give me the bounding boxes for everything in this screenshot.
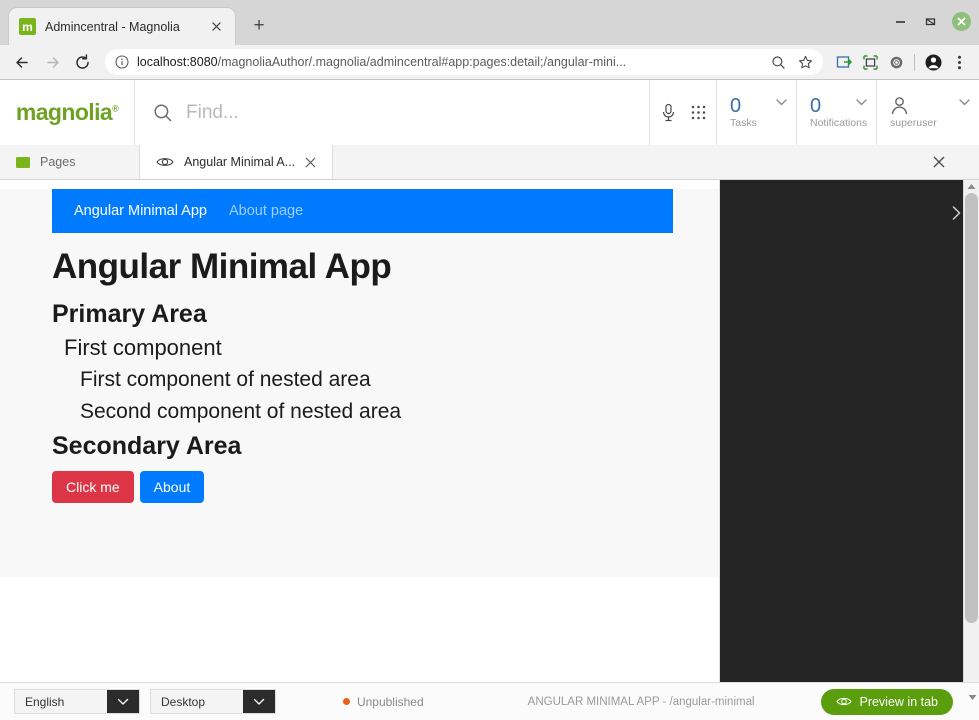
scrollbar-thumb[interactable] <box>965 193 978 623</box>
toolbar-divider <box>914 53 915 71</box>
angular-app-page: Angular Minimal App About page Angular M… <box>0 189 719 577</box>
page-preview-frame: Angular Minimal App About page Angular M… <box>0 180 719 682</box>
star-icon[interactable] <box>798 55 813 70</box>
preview-button-label: Preview in tab <box>859 694 938 709</box>
eye-icon <box>156 156 174 168</box>
user-name: superuser <box>890 117 937 129</box>
browser-titlebar: m Admincentral - Magnolia + <box>0 0 979 45</box>
app-tab-label: Pages <box>40 155 76 169</box>
zoom-out-icon[interactable] <box>771 55 786 70</box>
magnolia-favicon: m <box>19 18 36 35</box>
statusbar-center: Unpublished ANGULAR MINIMAL APP - /angul… <box>286 695 811 709</box>
navbar-link-about[interactable]: About page <box>229 203 303 219</box>
page-preview-column: Angular Minimal App About page Angular M… <box>0 180 720 682</box>
browser-tab[interactable]: m Admincentral - Magnolia <box>8 7 236 45</box>
app-tab-angular-minimal[interactable]: Angular Minimal A... <box>140 145 334 179</box>
back-icon[interactable] <box>9 49 35 75</box>
url-host: localhost:8080 <box>137 55 218 69</box>
status-dot-icon <box>342 698 350 705</box>
secondary-area-title: Secondary Area <box>52 432 242 460</box>
search-icon <box>153 103 173 123</box>
app-tab-pages[interactable]: Pages <box>0 145 140 179</box>
forward-icon[interactable] <box>39 49 65 75</box>
close-all-tabs-icon[interactable] <box>933 156 945 168</box>
primary-area-title: Primary Area <box>52 300 207 328</box>
reload-icon[interactable] <box>69 49 95 75</box>
url-path: /magnoliaAuthor/.magnolia/admincentral#a… <box>217 55 627 69</box>
info-circle-icon[interactable] <box>115 55 129 69</box>
app-tab-label: Angular Minimal A... <box>184 155 296 169</box>
close-icon[interactable] <box>305 157 316 168</box>
page-scrollbar[interactable] <box>963 180 979 682</box>
minimize-icon[interactable] <box>892 14 908 30</box>
angular-navbar: Angular Minimal App About page <box>52 189 673 233</box>
chevron-right-icon[interactable] <box>952 206 961 220</box>
kebab-menu-icon[interactable] <box>948 51 970 73</box>
pages-green-icon <box>16 156 30 168</box>
user-widget[interactable]: superuser <box>876 80 979 145</box>
angular-page-body: Angular Minimal App Primary Area First c… <box>0 233 719 503</box>
magnolia-header: magnolia® Find... 0 Tasks 0 Notification… <box>0 80 979 146</box>
share-extension-icon[interactable] <box>833 51 855 73</box>
scroll-down-icon[interactable] <box>968 694 977 701</box>
navbar-brand[interactable]: Angular Minimal App <box>74 203 207 219</box>
scroll-up-icon[interactable] <box>967 180 976 193</box>
chevron-down-icon[interactable] <box>959 99 970 106</box>
maximize-icon[interactable] <box>922 14 938 30</box>
apps-grid-icon[interactable] <box>690 104 707 121</box>
chevron-down-icon[interactable] <box>107 690 139 713</box>
close-window-icon[interactable] <box>952 12 971 31</box>
device-value: Desktop <box>161 694 206 709</box>
page-editor-statusbar: English Desktop Unpublished ANGULAR MINI… <box>0 682 979 720</box>
screenshot-extension-icon[interactable] <box>859 51 881 73</box>
page-editor-workspace: Angular Minimal App About page Angular M… <box>0 180 979 682</box>
primary-area-component[interactable]: First component <box>64 335 667 361</box>
microphone-icon[interactable] <box>660 103 677 122</box>
search-input[interactable]: Find... <box>186 102 239 124</box>
click-me-button[interactable]: Click me <box>52 471 134 503</box>
magnolia-logo-text: magnolia <box>15 99 113 125</box>
browser-tab-title: Admincentral - Magnolia <box>45 19 180 34</box>
magnolia-logo[interactable]: magnolia® <box>0 80 135 145</box>
page-title: Angular Minimal App <box>52 247 392 286</box>
header-icon-group <box>650 80 716 145</box>
close-icon[interactable] <box>207 18 225 36</box>
secondary-area-buttons: Click me About <box>52 471 667 503</box>
gear-extension-icon[interactable] <box>885 51 907 73</box>
window-controls <box>892 12 971 31</box>
device-select[interactable]: Desktop <box>150 689 276 714</box>
address-bar-icons <box>771 55 813 70</box>
notifications-widget[interactable]: 0 Notifications <box>796 80 876 145</box>
status-label: Unpublished <box>356 694 424 709</box>
right-side-panel <box>720 180 979 682</box>
address-bar-text: localhost:8080/magnoliaAuthor/.magnolia/… <box>137 55 763 69</box>
scrollbar-track[interactable] <box>964 193 979 682</box>
profile-avatar-icon[interactable] <box>922 51 944 73</box>
magnolia-app: magnolia® Find... 0 Tasks 0 Notification… <box>0 80 979 720</box>
address-bar[interactable]: localhost:8080/magnoliaAuthor/.magnolia/… <box>105 49 823 75</box>
notifications-label: Notifications <box>810 117 868 129</box>
status-badge: Unpublished <box>342 694 424 709</box>
chevron-down-icon[interactable] <box>243 690 275 713</box>
browser-window: m Admincentral - Magnolia + localhost:80… <box>0 0 979 720</box>
page-info-label: ANGULAR MINIMAL APP - /angular-minimal <box>527 695 755 708</box>
nested-component-first[interactable]: First component of nested area <box>80 368 667 392</box>
eye-icon <box>836 696 853 707</box>
tasks-label: Tasks <box>730 117 757 129</box>
about-button[interactable]: About <box>139 471 205 503</box>
preview-in-tab-button[interactable]: Preview in tab <box>821 688 953 715</box>
language-select[interactable]: English <box>14 689 140 714</box>
app-tab-bar: Pages Angular Minimal A... <box>0 145 979 180</box>
nested-component-second[interactable]: Second component of nested area <box>80 400 667 424</box>
chevron-down-icon[interactable] <box>856 99 867 106</box>
language-value: English <box>25 694 65 709</box>
registered-mark: ® <box>112 103 119 114</box>
app-tab-bar-filler <box>333 145 979 179</box>
new-tab-button[interactable]: + <box>244 11 274 41</box>
tasks-widget[interactable]: 0 Tasks <box>716 80 796 145</box>
browser-toolbar: localhost:8080/magnoliaAuthor/.magnolia/… <box>0 45 979 80</box>
global-search[interactable]: Find... <box>135 80 650 145</box>
chevron-down-icon[interactable] <box>776 99 787 106</box>
